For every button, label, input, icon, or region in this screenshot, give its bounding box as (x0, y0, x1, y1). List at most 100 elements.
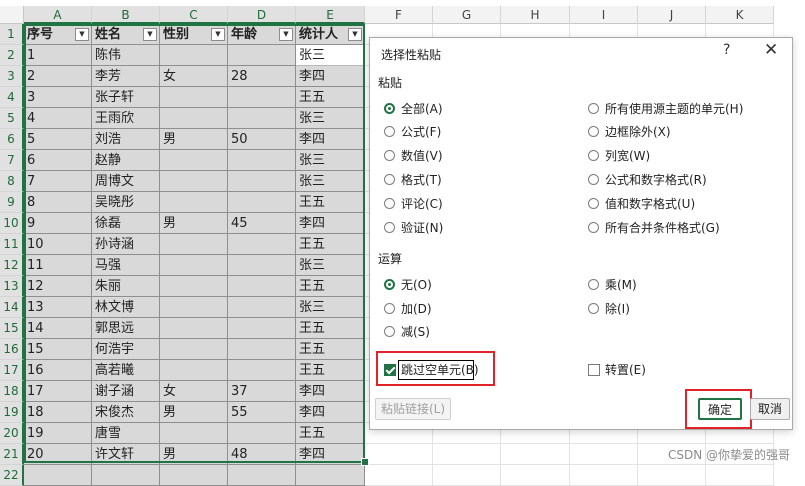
select-all-corner[interactable] (0, 6, 24, 24)
table-cell[interactable] (160, 318, 228, 339)
table-cell[interactable]: 10 (24, 234, 92, 255)
table-cell[interactable] (24, 465, 92, 486)
empty-cell[interactable] (570, 444, 638, 465)
table-cell[interactable]: 李四 (296, 66, 365, 87)
table-cell[interactable] (160, 87, 228, 108)
table-cell[interactable]: 张三 (296, 108, 365, 129)
help-icon[interactable]: ? (723, 42, 730, 58)
column-header-g[interactable]: G (433, 6, 501, 24)
filter-dropdown-icon[interactable]: ▼ (211, 28, 225, 41)
table-cell[interactable] (296, 465, 365, 486)
op-subtract-radio[interactable]: 减(S) (384, 323, 430, 341)
table-cell[interactable] (160, 465, 228, 486)
empty-cell[interactable] (706, 465, 774, 486)
table-cell[interactable] (228, 108, 296, 129)
table-cell[interactable]: 13 (24, 297, 92, 318)
row-header[interactable]: 21 (0, 444, 24, 465)
table-cell[interactable]: 王五 (296, 423, 365, 444)
table-cell[interactable] (228, 192, 296, 213)
filter-dropdown-icon[interactable]: ▼ (279, 28, 293, 41)
table-cell[interactable] (228, 150, 296, 171)
table-cell[interactable]: 李四 (296, 381, 365, 402)
row-header[interactable]: 14 (0, 297, 24, 318)
table-cell[interactable]: 28 (228, 66, 296, 87)
table-cell[interactable]: 12 (24, 276, 92, 297)
table-cell[interactable] (228, 339, 296, 360)
column-header-i[interactable]: I (570, 6, 638, 24)
filter-dropdown-icon[interactable]: ▼ (75, 28, 89, 41)
table-cell[interactable]: 张三 (296, 150, 365, 171)
paste-theme-radio[interactable]: 所有使用源主题的单元(H) (588, 100, 743, 118)
table-cell[interactable]: 王五 (296, 87, 365, 108)
table-cell[interactable]: 9 (24, 213, 92, 234)
table-cell[interactable] (160, 171, 228, 192)
table-cell[interactable]: 男 (160, 129, 228, 150)
op-multiply-radio[interactable]: 乘(M) (588, 276, 637, 294)
table-cell[interactable]: 何浩宇 (92, 339, 160, 360)
table-cell[interactable] (160, 192, 228, 213)
close-icon[interactable]: ✕ (764, 40, 778, 60)
table-cell[interactable]: 1 (24, 45, 92, 66)
table-cell[interactable]: 48 (228, 444, 296, 465)
table-cell[interactable]: 7 (24, 171, 92, 192)
fill-handle[interactable] (361, 458, 369, 466)
empty-cell[interactable] (433, 465, 501, 486)
table-cell[interactable]: 6 (24, 150, 92, 171)
transpose-checkbox[interactable]: 转置(E) (588, 361, 646, 379)
table-cell[interactable] (160, 255, 228, 276)
paste-column-widths-radio[interactable]: 列宽(W) (588, 147, 650, 165)
table-cell[interactable]: 20 (24, 444, 92, 465)
table-cell[interactable] (228, 45, 296, 66)
table-cell[interactable] (160, 276, 228, 297)
table-cell[interactable]: 男 (160, 213, 228, 234)
paste-values-radio[interactable]: 数值(V) (384, 147, 443, 165)
paste-conditional-formats-radio[interactable]: 所有合并条件格式(G) (588, 219, 720, 237)
table-cell[interactable]: 37 (228, 381, 296, 402)
row-header[interactable]: 15 (0, 318, 24, 339)
paste-formulas-numbers-radio[interactable]: 公式和数字格式(R) (588, 171, 707, 189)
table-cell[interactable] (160, 108, 228, 129)
row-header[interactable]: 16 (0, 339, 24, 360)
table-cell[interactable]: 11 (24, 255, 92, 276)
table-cell[interactable]: 张三 (296, 255, 365, 276)
paste-formulas-radio[interactable]: 公式(F) (384, 123, 441, 141)
row-header[interactable]: 19 (0, 402, 24, 423)
table-cell[interactable]: 赵静 (92, 150, 160, 171)
table-cell[interactable] (160, 423, 228, 444)
table-cell[interactable]: 8 (24, 192, 92, 213)
table-cell[interactable] (228, 318, 296, 339)
table-cell[interactable]: 唐雪 (92, 423, 160, 444)
table-cell[interactable] (228, 234, 296, 255)
row-header[interactable]: 9 (0, 192, 24, 213)
filter-dropdown-icon[interactable]: ▼ (348, 28, 362, 41)
table-cell[interactable]: 45 (228, 213, 296, 234)
paste-all-radio[interactable]: 全部(A) (384, 100, 443, 118)
table-cell[interactable]: 宋俊杰 (92, 402, 160, 423)
table-cell[interactable]: 张三 (296, 297, 365, 318)
row-header[interactable]: 20 (0, 423, 24, 444)
table-cell[interactable]: 17 (24, 381, 92, 402)
table-cell[interactable]: 张三 (296, 171, 365, 192)
table-cell[interactable]: 王五 (296, 360, 365, 381)
column-header-b[interactable]: B (92, 6, 160, 24)
table-cell[interactable]: 李芳 (92, 66, 160, 87)
table-cell[interactable] (228, 276, 296, 297)
row-header[interactable]: 8 (0, 171, 24, 192)
table-cell[interactable]: 男 (160, 402, 228, 423)
column-header-k[interactable]: K (706, 6, 774, 24)
table-cell[interactable]: 女 (160, 381, 228, 402)
table-cell[interactable]: 男 (160, 444, 228, 465)
table-cell[interactable] (160, 234, 228, 255)
table-cell[interactable]: 张子轩 (92, 87, 160, 108)
column-header-d[interactable]: D (228, 6, 296, 24)
table-cell[interactable]: 高若曦 (92, 360, 160, 381)
row-header[interactable]: 17 (0, 360, 24, 381)
row-header[interactable]: 4 (0, 87, 24, 108)
table-cell[interactable]: 孙诗涵 (92, 234, 160, 255)
op-divide-radio[interactable]: 除(I) (588, 300, 630, 318)
empty-cell[interactable] (365, 444, 433, 465)
table-cell[interactable]: 张三 (296, 45, 365, 66)
paste-validation-radio[interactable]: 验证(N) (384, 219, 443, 237)
column-header-a[interactable]: A (24, 6, 92, 24)
column-header-f[interactable]: F (365, 6, 433, 24)
